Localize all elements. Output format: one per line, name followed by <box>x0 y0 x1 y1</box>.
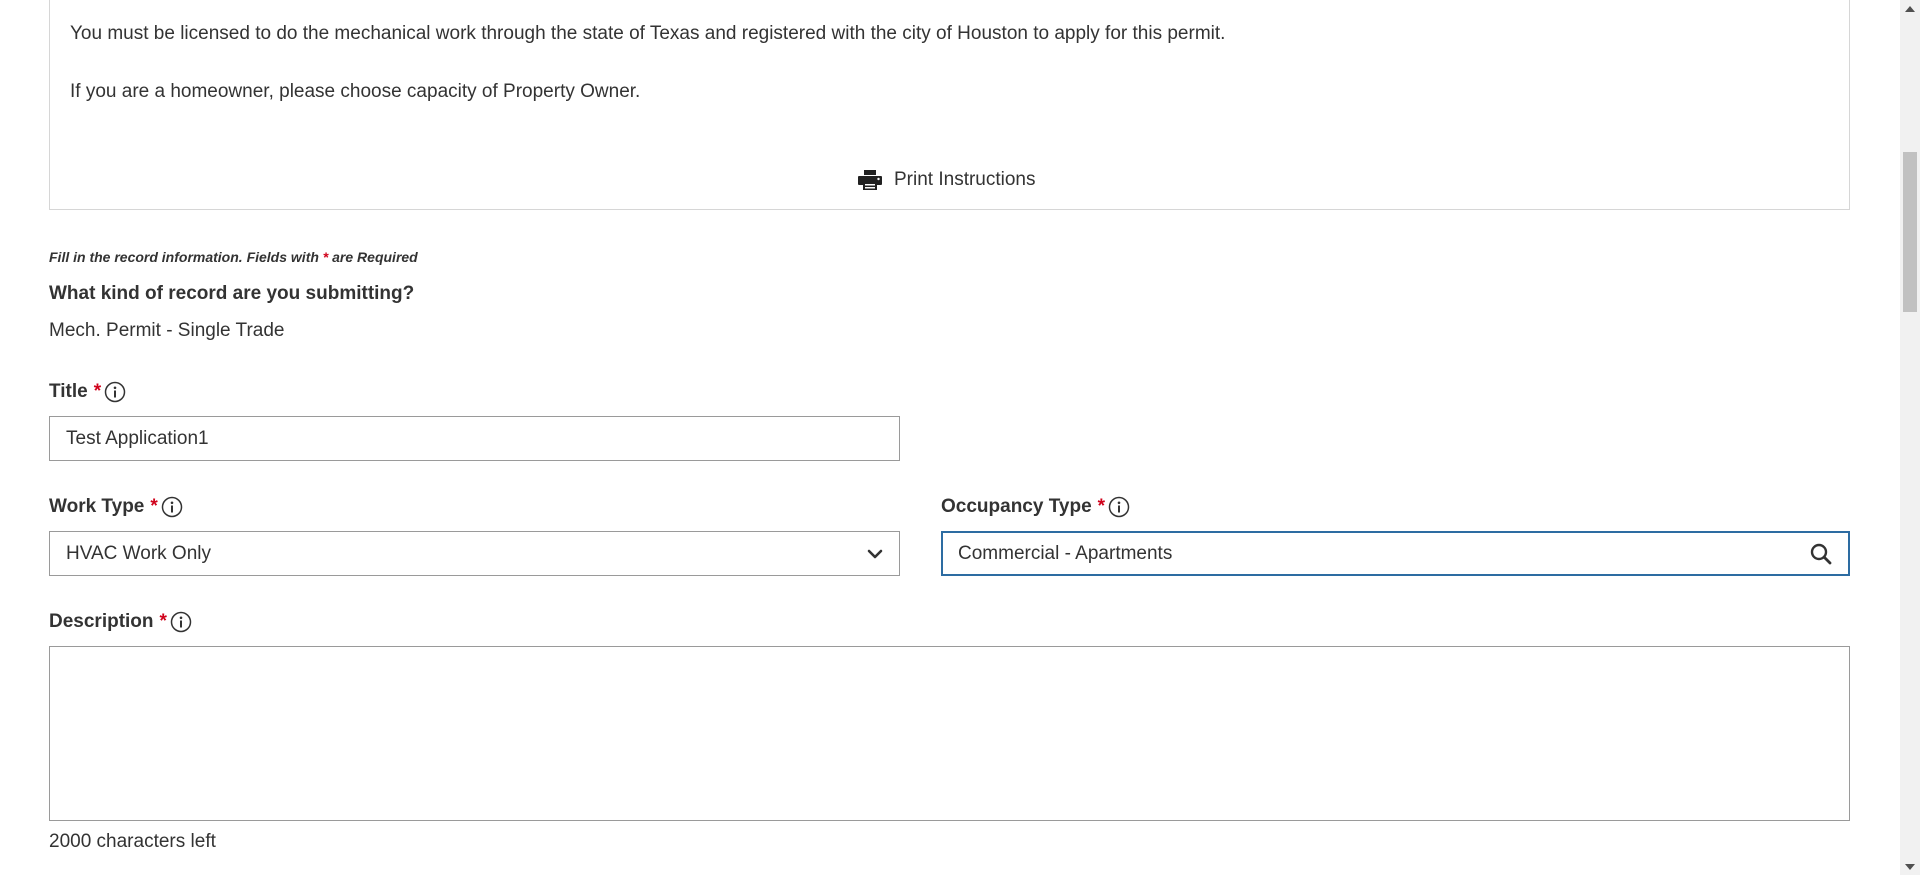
description-required-star: * <box>159 611 167 632</box>
title-label-group: Title * <box>49 381 126 403</box>
record-type-question: What kind of record are you submitting? <box>49 283 415 304</box>
print-instructions-label: Print Instructions <box>894 169 1036 190</box>
hint-suffix: are Required <box>332 249 418 265</box>
instructions-paragraph-license: You must be licensed to do the mechanica… <box>70 23 1226 44</box>
work-type-select[interactable]: HVAC Work Only <box>49 531 900 576</box>
title-required-star: * <box>93 381 102 402</box>
info-circle-icon[interactable] <box>161 496 183 518</box>
work-type-required-star: * <box>150 496 158 517</box>
chevron-down-icon[interactable] <box>867 548 883 560</box>
vertical-scrollbar[interactable] <box>1900 0 1920 875</box>
info-circle-icon[interactable] <box>104 381 126 403</box>
description-textarea[interactable] <box>49 646 1850 821</box>
occupancy-type-label: Occupancy Type <box>941 496 1092 517</box>
work-type-selected-value: HVAC Work Only <box>66 542 211 564</box>
hint-required-star: * <box>322 249 329 265</box>
printer-icon <box>858 170 882 190</box>
required-fields-hint: Fill in the record information. Fields w… <box>49 249 418 265</box>
occupancy-type-label-group: Occupancy Type * <box>941 496 1130 518</box>
description-label: Description <box>49 611 154 632</box>
scroll-down-arrow-icon[interactable] <box>1900 858 1920 875</box>
title-input-value: Test Application1 <box>66 427 209 449</box>
title-input[interactable]: Test Application1 <box>49 416 900 461</box>
record-type-value: Mech. Permit - Single Trade <box>49 320 285 341</box>
occupancy-type-required-star: * <box>1097 496 1106 517</box>
info-circle-icon[interactable] <box>1108 496 1130 518</box>
description-label-group: Description * <box>49 611 192 633</box>
instructions-paragraph-homeowner: If you are a homeowner, please choose ca… <box>70 81 641 102</box>
occupancy-type-search-input[interactable]: Commercial - Apartments <box>941 531 1850 576</box>
occupancy-type-value: Commercial - Apartments <box>958 542 1173 564</box>
info-circle-icon[interactable] <box>170 611 192 633</box>
hint-prefix: Fill in the record information. Fields w… <box>49 249 319 265</box>
instructions-panel: You must be licensed to do the mechanica… <box>49 0 1850 210</box>
title-label: Title <box>49 381 88 402</box>
print-instructions-button[interactable]: Print Instructions <box>858 166 1036 194</box>
work-type-label: Work Type <box>49 496 145 517</box>
description-characters-left: 2000 characters left <box>49 831 216 852</box>
search-icon[interactable] <box>1809 542 1833 566</box>
scrollbar-thumb[interactable] <box>1903 152 1917 312</box>
work-type-label-group: Work Type * <box>49 496 183 518</box>
scroll-up-arrow-icon[interactable] <box>1900 0 1920 17</box>
